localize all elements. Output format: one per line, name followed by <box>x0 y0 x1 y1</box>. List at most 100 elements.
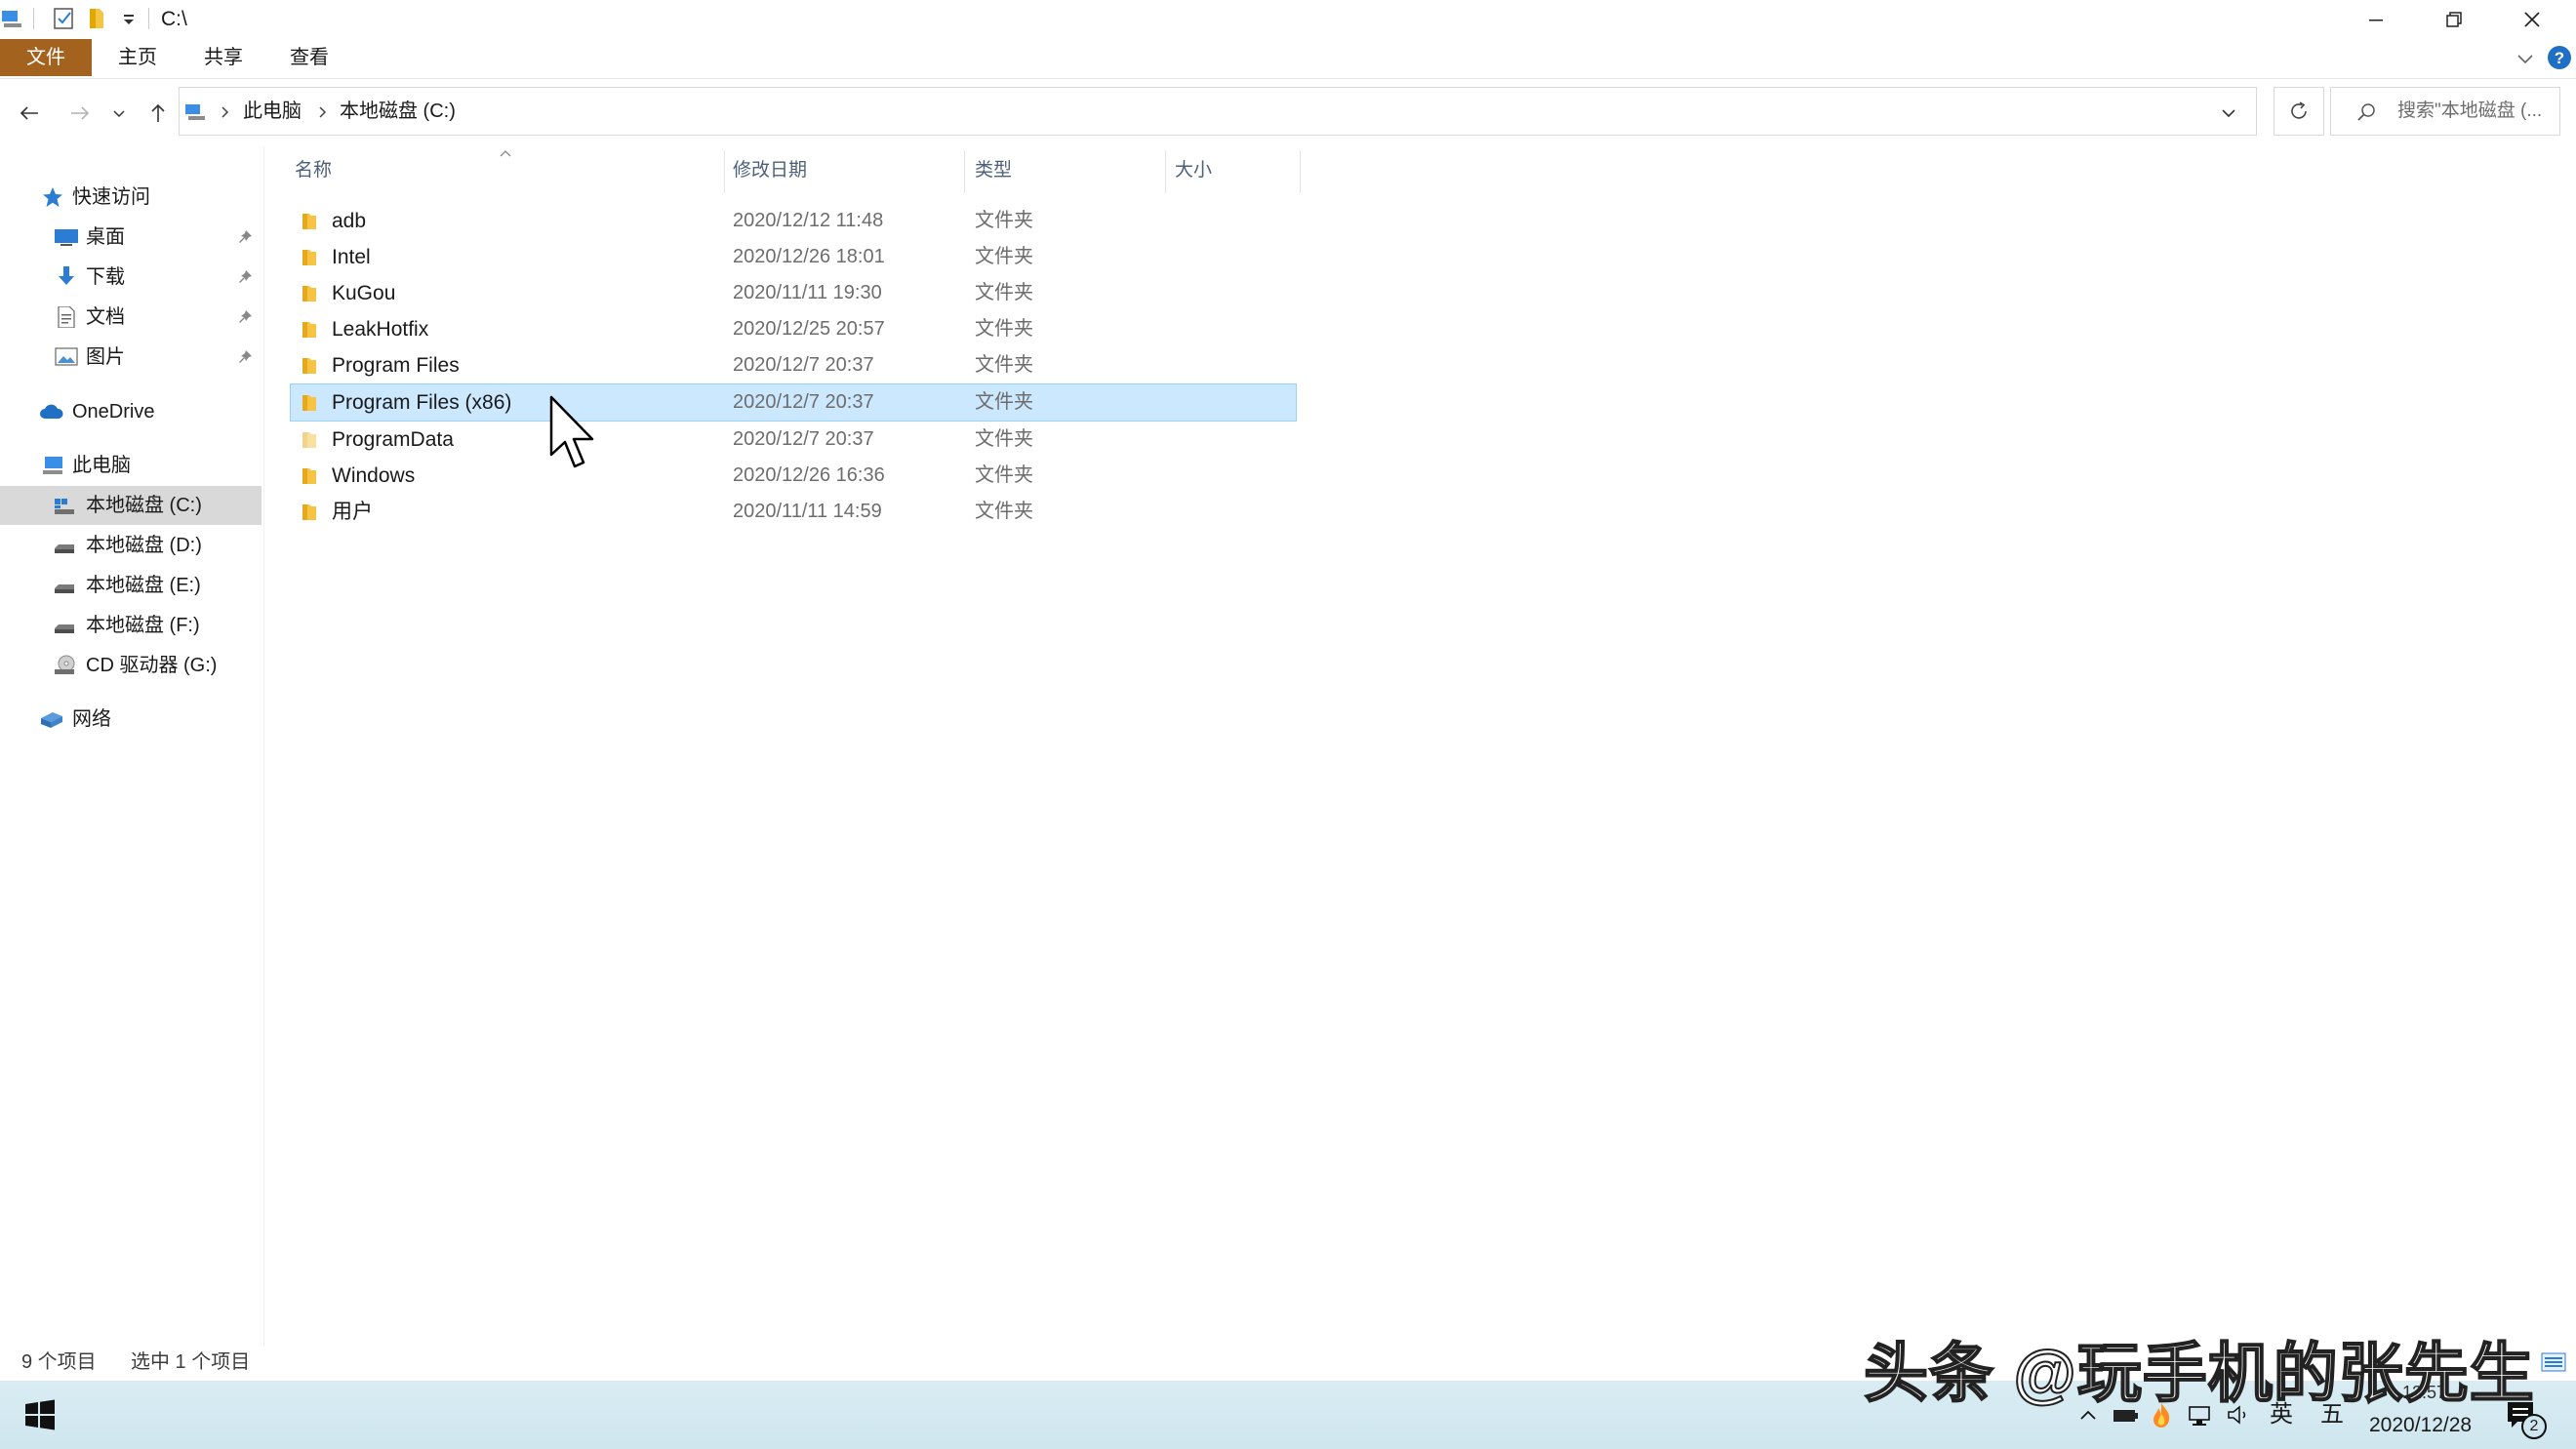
file-type: 文件夹 <box>975 501 1033 522</box>
file-row-intel[interactable]: Intel 2020/12/26 18:01 文件夹 <box>291 239 1296 275</box>
column-header-date-modified[interactable]: 修改日期 <box>733 146 807 195</box>
download-icon <box>55 266 78 288</box>
drive-icon <box>53 535 76 556</box>
chevron-right-icon[interactable] <box>316 103 330 121</box>
sidebar-item-documents[interactable]: 文档 <box>0 298 262 337</box>
sidebar-item-drive-e[interactable]: 本地磁盘 (E:) <box>0 566 262 605</box>
expand-ribbon-icon[interactable] <box>2514 47 2537 70</box>
column-header-size[interactable]: 大小 <box>1175 146 1212 195</box>
breadcrumb-local-disk-c[interactable]: 本地磁盘 (C:) <box>340 88 456 135</box>
this-pc-icon <box>41 455 64 476</box>
column-divider[interactable] <box>964 150 965 193</box>
start-button[interactable] <box>23 1398 57 1431</box>
minimize-button[interactable] <box>2338 0 2414 39</box>
file-name: adb <box>332 210 367 232</box>
sidebar-item-drive-d[interactable]: 本地磁盘 (D:) <box>0 526 262 565</box>
sidebar-item-label: 本地磁盘 (C:) <box>86 495 202 516</box>
sidebar-item-this-pc[interactable]: 此电脑 <box>0 446 262 485</box>
folder-icon <box>301 466 318 486</box>
sidebar-item-onedrive[interactable]: OneDrive <box>0 392 262 431</box>
file-date-modified: 2020/12/7 20:37 <box>733 428 874 450</box>
file-row-leakhotfix[interactable]: LeakHotfix 2020/12/25 20:57 文件夹 <box>291 311 1296 347</box>
pin-icon[interactable] <box>236 308 254 326</box>
file-name: 用户 <box>332 501 373 523</box>
sidebar-item-label: 本地磁盘 (F:) <box>86 615 200 636</box>
sidebar-item-label: 网络 <box>72 708 111 730</box>
column-divider[interactable] <box>1300 150 1301 193</box>
back-button[interactable] <box>14 98 45 129</box>
tab-file[interactable]: 文件 <box>0 39 92 76</box>
tab-share[interactable]: 共享 <box>187 39 260 76</box>
file-name: ProgramData <box>332 428 454 451</box>
file-row-program-files-x86[interactable]: Program Files (x86) 2020/12/7 20:37 文件夹 <box>290 383 1297 422</box>
pin-icon[interactable] <box>236 268 254 286</box>
folder-icon <box>301 503 318 522</box>
search-placeholder: 搜索"本地磁盘 (... <box>2397 101 2543 121</box>
breadcrumb-this-pc[interactable]: 此电脑 <box>243 88 302 135</box>
mouse-cursor-icon <box>548 394 599 472</box>
pin-icon[interactable] <box>236 228 254 246</box>
navigation-pane: 快速访问 桌面 下载 文档 图片 OneDrive 此电脑 本地磁盘 (C:) … <box>0 146 263 1347</box>
file-date-modified: 2020/11/11 19:30 <box>733 282 882 303</box>
customize-toolbar-icon[interactable] <box>115 5 142 32</box>
pin-icon[interactable] <box>236 348 254 366</box>
sidebar-item-label: 下载 <box>86 266 125 288</box>
sidebar-item-label: 图片 <box>86 346 125 368</box>
sidebar-item-desktop[interactable]: 桌面 <box>0 218 262 257</box>
file-type: 文件夹 <box>975 210 1033 231</box>
file-row-users[interactable]: 用户 2020/11/11 14:59 文件夹 <box>291 494 1296 530</box>
file-date-modified: 2020/12/7 20:37 <box>733 391 874 413</box>
cloud-icon <box>39 401 63 423</box>
file-row-adb[interactable]: adb 2020/12/12 11:48 文件夹 <box>291 203 1296 239</box>
this-pc-icon <box>183 100 209 125</box>
forward-button[interactable] <box>64 98 96 129</box>
sidebar-item-drive-f[interactable]: 本地磁盘 (F:) <box>0 606 262 645</box>
sidebar-item-label: 本地磁盘 (D:) <box>86 535 202 556</box>
column-divider[interactable] <box>724 150 725 193</box>
sidebar-item-label: OneDrive <box>72 401 155 423</box>
close-button[interactable] <box>2494 0 2570 39</box>
address-bar[interactable]: 此电脑 本地磁盘 (C:) <box>179 87 2257 136</box>
file-name: Intel <box>332 246 371 268</box>
tab-view[interactable]: 查看 <box>273 39 345 76</box>
refresh-button[interactable] <box>2274 87 2324 136</box>
sidebar-item-pictures[interactable]: 图片 <box>0 338 262 377</box>
folder-icon <box>301 320 318 340</box>
window-title: C:\ <box>161 8 187 30</box>
chevron-right-icon[interactable] <box>219 103 232 121</box>
file-row-programdata[interactable]: ProgramData 2020/12/7 20:37 文件夹 <box>291 422 1296 458</box>
sidebar-item-quick-access[interactable]: 快速访问 <box>0 178 262 217</box>
sidebar-item-label: 此电脑 <box>72 455 131 476</box>
column-divider[interactable] <box>1165 150 1166 193</box>
file-row-program-files[interactable]: Program Files 2020/12/7 20:37 文件夹 <box>291 347 1296 383</box>
file-row-windows[interactable]: Windows 2020/12/26 16:36 文件夹 <box>291 458 1296 494</box>
file-name: Windows <box>332 464 416 487</box>
details-view-icon[interactable] <box>2541 1350 2566 1374</box>
file-name: Program Files <box>332 354 460 377</box>
sidebar-item-cd-drive-g[interactable]: CD 驱动器 (G:) <box>0 646 262 685</box>
search-box[interactable]: 搜索"本地磁盘 (... <box>2330 87 2560 136</box>
sidebar-item-drive-c[interactable]: 本地磁盘 (C:) <box>0 486 262 525</box>
address-history-dropdown-icon[interactable] <box>2217 101 2240 125</box>
file-row-kugou[interactable]: KuGou 2020/11/11 19:30 文件夹 <box>291 275 1296 311</box>
restore-button[interactable] <box>2416 0 2492 39</box>
properties-icon[interactable] <box>51 5 78 32</box>
sidebar-item-label: 文档 <box>86 306 125 328</box>
new-folder-icon[interactable] <box>84 5 111 32</box>
column-headers: 名称 修改日期 类型 大小 <box>283 146 1303 195</box>
column-header-type[interactable]: 类型 <box>975 146 1012 195</box>
up-button[interactable] <box>142 98 174 129</box>
column-header-name[interactable]: 名称 <box>295 146 332 195</box>
folder-icon <box>301 248 318 267</box>
sidebar-item-label: 本地磁盘 (E:) <box>86 575 201 596</box>
document-icon <box>55 306 78 328</box>
drive-icon <box>53 575 76 596</box>
clock-date[interactable]: 2020/12/28 <box>2369 1414 2472 1437</box>
file-type: 文件夹 <box>975 391 1033 413</box>
pane-divider[interactable] <box>263 146 264 1347</box>
help-icon[interactable]: ? <box>2547 45 2572 70</box>
sidebar-item-downloads[interactable]: 下载 <box>0 258 262 297</box>
sidebar-item-network[interactable]: 网络 <box>0 700 262 739</box>
tab-home[interactable]: 主页 <box>101 39 174 76</box>
recent-locations-button[interactable] <box>107 98 131 129</box>
